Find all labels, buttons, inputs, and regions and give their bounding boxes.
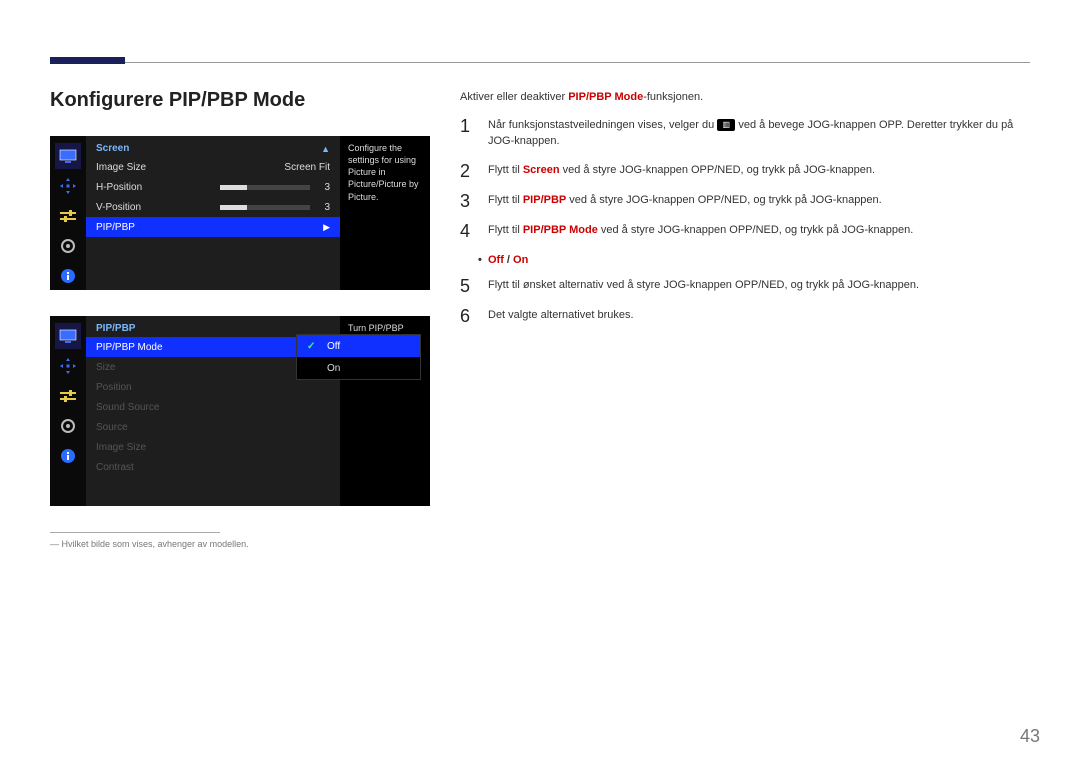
osd-row-label: Sound Source xyxy=(96,402,159,413)
info-icon[interactable] xyxy=(55,263,81,289)
page-number: 43 xyxy=(1020,726,1040,747)
info-icon[interactable] xyxy=(55,443,81,469)
step-number: 1 xyxy=(460,117,474,135)
menu-icon: ▥ xyxy=(717,119,735,131)
osd-sidebar xyxy=(50,316,86,506)
osd-row-label: Size xyxy=(96,362,115,373)
intro-highlight: PIP/PBP Mode xyxy=(568,91,643,103)
osd-row-label: PIP/PBP xyxy=(96,222,135,233)
submenu-arrow-icon: ▶ xyxy=(323,222,330,233)
osd-row-image-size2: Image Size xyxy=(86,437,340,457)
osd-row-contrast: Contrast xyxy=(86,457,340,477)
osd-row-value: 3 xyxy=(324,202,330,213)
osd-row-label: Position xyxy=(96,382,132,393)
osd-row-sound-source: Sound Source xyxy=(86,397,340,417)
instruction-intro: Aktiver eller deaktiver PIP/PBP Mode-fun… xyxy=(460,89,1030,107)
bullet-on: On xyxy=(513,254,528,266)
osd-row-h-position[interactable]: H-Position 3 xyxy=(86,177,340,197)
osd-menu-list: PIP/PBP PIP/PBP Mode Size Position Sound… xyxy=(86,316,340,506)
slider-h[interactable] xyxy=(220,185,310,190)
header-rule xyxy=(50,40,1030,63)
osd-menu-list: Screen ▲ Image Size Screen Fit H-Positio… xyxy=(86,136,340,290)
osd-screen-panel: Screen ▲ Image Size Screen Fit H-Positio… xyxy=(50,136,430,290)
step-text: Flytt til ønsket alternativ ved å styre … xyxy=(488,277,1030,294)
step-number: 4 xyxy=(460,222,474,240)
option-bullet: • Off / On xyxy=(478,252,1030,270)
osd-row-value: 3 xyxy=(324,182,330,193)
header-accent xyxy=(50,57,125,64)
bullet-off: Off xyxy=(488,254,504,266)
osd-row-label: V-Position xyxy=(96,202,141,213)
osd-section-header: Screen ▲ xyxy=(86,140,340,157)
footnote-rule xyxy=(50,532,220,533)
step2-post: ved å styre JOG-knappen OPP/NED, og tryk… xyxy=(560,164,875,176)
osd-desc: Configure the settings for using Picture… xyxy=(340,136,430,290)
move-icon[interactable] xyxy=(55,353,81,379)
slider-v[interactable] xyxy=(220,205,310,210)
step-text: Flytt til PIP/PBP Mode ved å styre JOG-k… xyxy=(488,222,1030,239)
gear-icon[interactable] xyxy=(55,413,81,439)
step-6: 6 Det valgte alternativet brukes. xyxy=(460,307,1030,325)
popup-option-off[interactable]: ✓ Off xyxy=(297,335,420,357)
step-text: Det valgte alternativet brukes. xyxy=(488,307,1030,324)
osd-sidebar xyxy=(50,136,86,290)
step-1: 1 Når funksjonstastveiledningen vises, v… xyxy=(460,117,1030,150)
step1-pre: Når funksjonstastveiledningen vises, vel… xyxy=(488,119,717,131)
step-5: 5 Flytt til ønsket alternativ ved å styr… xyxy=(460,277,1030,295)
step-4: 4 Flytt til PIP/PBP Mode ved å styre JOG… xyxy=(460,222,1030,240)
step-3: 3 Flytt til PIP/PBP ved å styre JOG-knap… xyxy=(460,192,1030,210)
osd-pip-panel: PIP/PBP PIP/PBP Mode Size Position Sound… xyxy=(50,316,430,506)
gear-icon[interactable] xyxy=(55,233,81,259)
footnote: ― Hvilket bilde som vises, avhenger av m… xyxy=(50,539,430,549)
bullet-slash: / xyxy=(504,254,513,266)
step-number: 3 xyxy=(460,192,474,210)
step-text: Flytt til Screen ved å styre JOG-knappen… xyxy=(488,162,1030,179)
slider-icon[interactable] xyxy=(55,383,81,409)
osd-row-image-size[interactable]: Image Size Screen Fit xyxy=(86,157,340,177)
osd-row-label: Image Size xyxy=(96,442,146,453)
osd-header-label: Screen xyxy=(96,143,129,154)
osd-row-source: Source xyxy=(86,417,340,437)
step4-pre: Flytt til xyxy=(488,224,523,236)
osd-row-pip-pbp[interactable]: PIP/PBP ▶ xyxy=(86,217,340,237)
scroll-up-icon[interactable]: ▲ xyxy=(321,144,330,154)
step-number: 6 xyxy=(460,307,474,325)
popup-option-label: Off xyxy=(327,341,340,352)
monitor-icon[interactable] xyxy=(55,143,81,169)
osd-row-label: H-Position xyxy=(96,182,142,193)
osd-row-label: Image Size xyxy=(96,162,146,173)
intro-text: Aktiver eller deaktiver xyxy=(460,91,568,103)
monitor-icon[interactable] xyxy=(55,323,81,349)
popup-option-on[interactable]: On xyxy=(297,357,420,379)
step-text: Når funksjonstastveiledningen vises, vel… xyxy=(488,117,1030,150)
step3-post: ved å styre JOG-knappen OPP/NED, og tryk… xyxy=(566,194,881,206)
step2-pre: Flytt til xyxy=(488,164,523,176)
slider-icon[interactable] xyxy=(55,203,81,229)
step4-hl: PIP/PBP Mode xyxy=(523,224,598,236)
step3-pre: Flytt til xyxy=(488,194,523,206)
page-title: Konfigurere PIP/PBP Mode xyxy=(50,89,430,112)
intro-text-post: -funksjonen. xyxy=(643,91,703,103)
popup-option-label: On xyxy=(327,363,340,374)
osd-row-label: Source xyxy=(96,422,128,433)
osd-row-position: Position xyxy=(86,377,340,397)
step4-post: ved å styre JOG-knappen OPP/NED, og tryk… xyxy=(598,224,913,236)
osd-row-v-position[interactable]: V-Position 3 xyxy=(86,197,340,217)
step2-hl: Screen xyxy=(523,164,560,176)
step-number: 5 xyxy=(460,277,474,295)
step-text: Flytt til PIP/PBP ved å styre JOG-knappe… xyxy=(488,192,1030,209)
option-popup: ✓ Off On xyxy=(296,334,421,380)
move-icon[interactable] xyxy=(55,173,81,199)
step3-hl: PIP/PBP xyxy=(523,194,566,206)
osd-row-label: PIP/PBP Mode xyxy=(96,342,163,353)
osd-header-label: PIP/PBP xyxy=(96,323,135,334)
osd-row-label: Contrast xyxy=(96,462,134,473)
step-number: 2 xyxy=(460,162,474,180)
osd-row-value: Screen Fit xyxy=(284,162,330,173)
checkmark-icon: ✓ xyxy=(307,341,319,352)
step-2: 2 Flytt til Screen ved å styre JOG-knapp… xyxy=(460,162,1030,180)
